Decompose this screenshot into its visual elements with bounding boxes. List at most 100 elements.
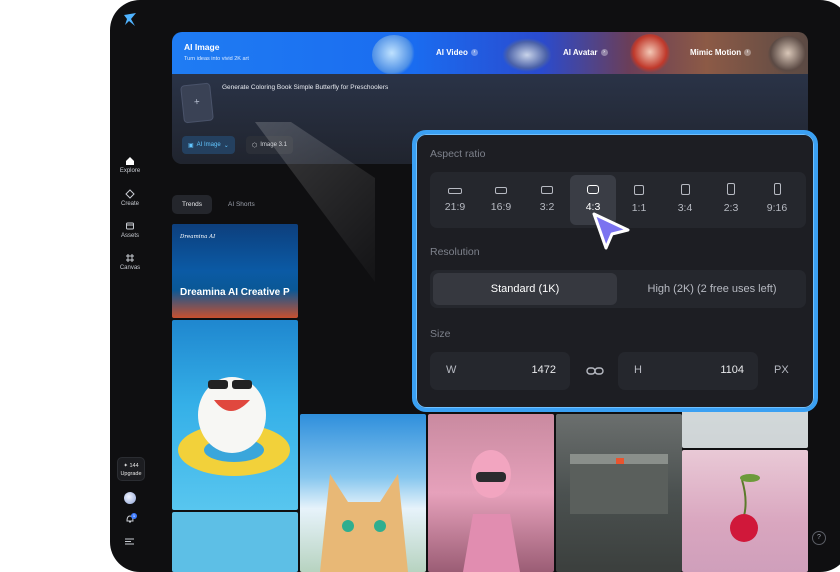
pool-cat-illustration — [178, 377, 290, 476]
width-key: W — [446, 364, 457, 376]
help-button[interactable]: ? — [812, 531, 826, 545]
ratio-label: 9:16 — [766, 202, 788, 214]
width-value[interactable]: 1472 — [532, 364, 556, 376]
resolution-selector: Standard (1K) High (2K) (2 free uses lef… — [430, 270, 806, 308]
cherry-illustration — [730, 474, 760, 542]
dreamina-logo-icon[interactable] — [122, 12, 138, 28]
tab-ai-image-title: AI Image — [184, 42, 220, 52]
link-aspect-icon[interactable] — [586, 365, 604, 377]
height-key: H — [634, 364, 642, 376]
resolution-standard-option[interactable]: Standard (1K) — [433, 273, 617, 305]
nav-explore-label: Explore — [119, 168, 141, 174]
sidebar: Explore Create Assets Canvas ✦ 144 Upgra… — [110, 0, 150, 572]
ratio-shape-icon — [773, 183, 781, 195]
tab-ai-shorts[interactable]: AI Shorts — [218, 195, 265, 214]
nav-assets-label: Assets — [120, 233, 139, 239]
gallery-tile-dreamina[interactable]: Dreamina AI Dreamina AI Creative P — [172, 224, 298, 318]
credits-upgrade-button[interactable]: ✦ 144 Upgrade — [117, 457, 145, 481]
resolution-high-option[interactable]: High (2K) (2 free uses left) — [620, 273, 804, 305]
size-unit: PX — [774, 364, 789, 376]
feed-tabs: Trends AI Shorts — [172, 195, 265, 214]
ratio-16-9[interactable]: 16:9 — [478, 175, 524, 225]
app-window: Explore Create Assets Canvas ✦ 144 Upgra… — [110, 0, 840, 572]
image-settings-popup: Aspect ratio 21:9 16:9 3:2 4:3 1:1 3:4 2… — [412, 130, 818, 412]
gallery-tile-pool-cat[interactable] — [172, 320, 298, 510]
model-cube-icon: ⬡ — [252, 142, 258, 149]
ratio-shape-icon — [495, 187, 507, 194]
diamond-create-icon — [125, 189, 135, 199]
ratio-label: 21:9 — [444, 201, 466, 213]
dreamina-brand: Dreamina AI — [180, 234, 216, 240]
ratio-3-4[interactable]: 3:4 — [662, 175, 708, 225]
chevron-right-icon: › — [600, 49, 608, 56]
prompt-input[interactable]: Generate Coloring Book Simple Butterfly … — [222, 84, 388, 91]
mouse-cursor-icon — [592, 212, 630, 250]
ratio-label: 3:2 — [539, 201, 555, 213]
ratio-label: 16:9 — [490, 201, 512, 213]
menu-icon[interactable] — [125, 538, 134, 545]
nav-canvas[interactable]: Canvas — [110, 253, 150, 271]
image-upload-button[interactable]: + — [180, 82, 214, 124]
ratio-shape-icon — [727, 183, 735, 195]
nav-create-label: Create — [120, 201, 139, 207]
gallery-tile-anime-cat[interactable] — [300, 414, 426, 572]
chevron-right-icon: › — [744, 49, 752, 56]
gallery-tile-abandoned-store[interactable] — [556, 414, 682, 572]
ai-video-thumbnail — [372, 35, 416, 75]
ratio-label: 1:1 — [631, 202, 647, 214]
dreamina-headline: Dreamina AI Creative P — [180, 287, 290, 298]
tab-trends[interactable]: Trends — [172, 195, 212, 214]
nav-assets[interactable]: Assets — [110, 221, 150, 239]
gallery-tile-pool[interactable] — [172, 512, 298, 572]
avatar[interactable] — [124, 492, 136, 504]
ratio-label: 3:4 — [677, 202, 693, 214]
ratio-shape-icon — [541, 186, 553, 194]
ratio-2-3[interactable]: 2:3 — [708, 175, 754, 225]
ratio-shape-icon — [680, 184, 690, 195]
nav-canvas-label: Canvas — [119, 265, 141, 271]
gallery-tile-pink-robots[interactable] — [428, 414, 554, 572]
canvas-grid-icon — [126, 254, 134, 262]
tab-mimic-motion[interactable]: Mimic Motion › — [690, 48, 752, 57]
tab-ai-video[interactable]: AI Video › — [436, 48, 478, 57]
anime-cat-illustration — [320, 474, 408, 572]
tab-mimic-motion-label: Mimic Motion — [690, 48, 742, 57]
ratio-shape-icon — [587, 185, 599, 194]
upgrade-label: Upgrade — [120, 471, 142, 477]
credits-count: ✦ 144 — [123, 463, 139, 469]
gallery-tile-cherry[interactable] — [682, 450, 808, 572]
ratio-21-9[interactable]: 21:9 — [432, 175, 478, 225]
nav-create[interactable]: Create — [110, 189, 150, 207]
tab-ai-avatar[interactable]: AI Avatar › — [563, 48, 608, 57]
resolution-label: Resolution — [430, 246, 480, 258]
home-icon — [126, 157, 134, 165]
mode-selector[interactable]: ▣ AI Image ⌄ — [182, 136, 235, 154]
pink-robots-illustration — [463, 450, 520, 572]
nav-explore[interactable]: Explore — [110, 156, 150, 174]
aspect-ratio-label: Aspect ratio — [430, 148, 486, 160]
height-field[interactable]: H 1104 — [618, 352, 758, 390]
chevron-down-icon: ⌄ — [223, 142, 229, 149]
mode-selector-label: AI Image — [196, 142, 221, 148]
size-label: Size — [430, 328, 451, 340]
image-mode-icon: ▣ — [188, 142, 194, 149]
ratio-3-2[interactable]: 3:2 — [524, 175, 570, 225]
ratio-9-16[interactable]: 9:16 — [754, 175, 800, 225]
tab-ai-avatar-label: AI Avatar — [563, 48, 598, 57]
tab-ai-image[interactable]: AI Image Turn ideas into vivid 2K art — [184, 42, 249, 62]
ai-avatar-thumbnail — [502, 38, 552, 72]
tab-ai-image-subtitle: Turn ideas into vivid 2K art — [184, 56, 249, 62]
ratio-shape-icon — [634, 185, 644, 195]
avatar-girl-thumbnail — [630, 34, 670, 74]
store-illustration — [570, 454, 668, 514]
chevron-right-icon: › — [470, 49, 478, 56]
mimic-motion-thumbnail — [768, 36, 808, 74]
tab-ai-video-label: AI Video — [436, 48, 468, 57]
ratio-label: 2:3 — [723, 202, 739, 214]
tool-tab-strip: AI Image Turn ideas into vivid 2K art AI… — [172, 32, 808, 75]
folder-icon — [126, 222, 134, 230]
width-field[interactable]: W 1472 — [430, 352, 570, 390]
notification-badge: 1 — [131, 513, 137, 519]
ratio-shape-icon — [448, 188, 462, 194]
height-value[interactable]: 1104 — [720, 364, 744, 376]
